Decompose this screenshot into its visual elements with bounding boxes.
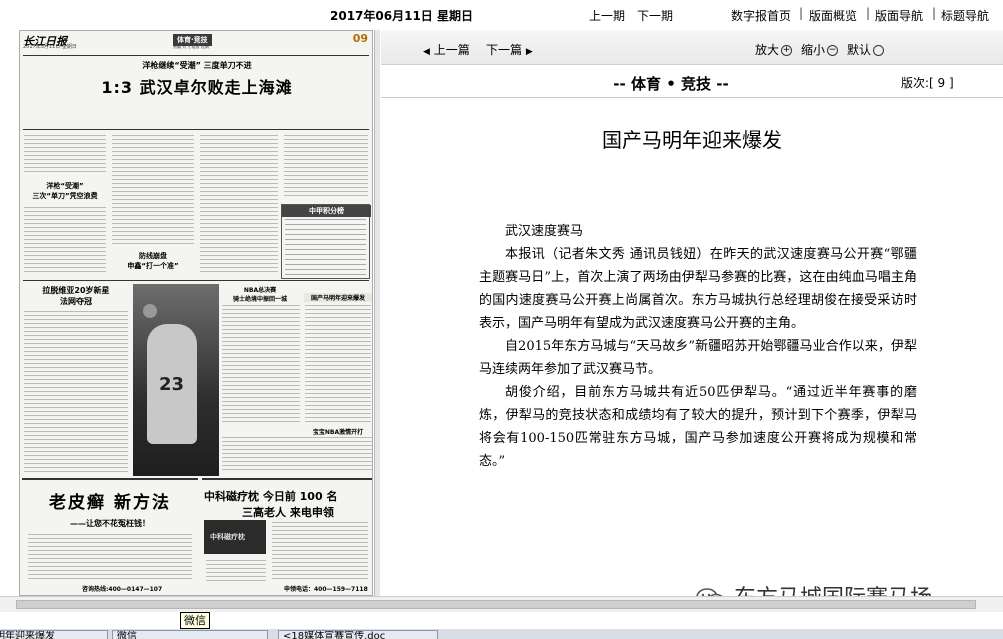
pane-splitter[interactable]	[374, 30, 380, 596]
horizontal-scrollbar[interactable]	[0, 596, 1003, 612]
text-block	[28, 534, 192, 580]
separator: |	[866, 6, 871, 20]
article-toolbar: ◀ 上一篇 下一篇 ▶ 放大 + 缩小 − 默认	[381, 30, 1003, 65]
zoom-in-button[interactable]: 放大 +	[755, 41, 793, 58]
horse-headline[interactable]: 国产马明年迎来爆发	[304, 293, 372, 302]
headline[interactable]: 1:3 武汉卓尔败走上海滩	[20, 74, 372, 98]
ad-headline: 老皮癣 新方法	[49, 493, 171, 513]
taskbar-item-doc[interactable]: <18媒体宣赛宣传.doc	[278, 630, 438, 639]
taskbar: 马明年迎来爆发 微信 <18媒体宣赛宣传.doc	[0, 629, 1003, 639]
article-body: 武汉速度赛马 本报讯（记者朱文秀 通讯员钱妞）在昨天的武汉速度赛马公开赛“鄂疆主…	[479, 220, 917, 473]
ad-subline: 三高老人 来电申领	[242, 506, 334, 519]
layout-overview-link[interactable]: 版面概览	[809, 7, 857, 24]
issue-date: 2017年06月11日 星期日	[330, 9, 473, 23]
next-issue-link[interactable]: 下一期	[637, 7, 673, 24]
text-block	[206, 560, 266, 582]
text-block	[222, 437, 372, 473]
jersey-number: 23	[159, 374, 185, 395]
table-title: 中甲积分榜	[282, 205, 371, 217]
separator: |	[799, 6, 804, 20]
divider	[23, 280, 369, 281]
product-label: 中科磁疗枕	[210, 533, 245, 541]
layout-nav-link[interactable]: 版面导航	[875, 7, 923, 24]
subhead-3[interactable]: 防线崩盘 申鑫“打一个准”	[112, 251, 194, 271]
section-banner: -- 体育 • 竞技 -- 版次:[ 9 ]	[381, 66, 1003, 98]
home-link[interactable]: 数字报首页	[731, 7, 791, 24]
article-paragraph: 胡俊介绍，目前东方马城共有近50匹伊犁马。“通过近半年赛事的磨炼，伊犁马的竞技状…	[479, 385, 917, 469]
text-block	[112, 135, 194, 245]
plus-icon: +	[781, 45, 793, 56]
ad-skin-treatment[interactable]: 老皮癣 新方法 ——让您不花冤枉钱！ 咨询热线:400—0147—107	[22, 478, 198, 595]
zoom-default-button[interactable]: 默认	[847, 41, 885, 58]
nba-bottom-headline[interactable]: 宝宝NBA激情开打	[304, 427, 372, 436]
prev-article-button[interactable]: ◀ 上一篇	[423, 41, 470, 58]
kicker[interactable]: 洋枪继续“受潮” 三度单刀不进	[20, 60, 372, 71]
taskbar-item-wechat[interactable]: 微信	[112, 630, 268, 639]
separator: |	[932, 6, 937, 20]
divider	[23, 129, 369, 130]
basketball-photo[interactable]: 23	[133, 284, 219, 476]
section-editors: 责编 刘飞 组版 程娟	[173, 44, 209, 49]
triangle-right-icon: ▶	[525, 47, 533, 57]
article-paragraph: 武汉速度赛马	[505, 224, 584, 239]
triangle-left-icon: ◀	[423, 47, 430, 57]
ad-headline: 中科磁疗枕 今日前 100 名	[204, 490, 338, 503]
ad-subline: ——让您不花冤枉钱！	[70, 519, 150, 528]
minus-icon: −	[827, 45, 839, 56]
text-block	[284, 135, 368, 199]
next-article-button[interactable]: 下一篇 ▶	[486, 41, 533, 58]
text-block	[305, 305, 371, 423]
divider	[23, 55, 369, 56]
article-pane: ◀ 上一篇 下一篇 ▶ 放大 + 缩小 − 默认 -- 体育 • 竞技 -- 版次:…	[381, 30, 1003, 596]
ad-phone: 咨询热线:400—0147—107	[82, 586, 163, 593]
text-block	[272, 522, 368, 580]
nba-headline[interactable]: NBA总决赛 骑士绝境中振回一城	[220, 285, 300, 303]
scrollbar-thumb[interactable]	[16, 600, 976, 609]
tooltip: 微信	[180, 612, 210, 629]
page-number: 09	[352, 32, 368, 45]
prev-issue-link[interactable]: 上一期	[589, 7, 625, 24]
text-block	[24, 207, 106, 273]
newspaper-page-image[interactable]: 长江日报 2017年5月11日 星期日 体育·竞技 责编 刘飞 组版 程娟 09…	[19, 30, 373, 596]
article-paragraph: 自2015年东方马城与“天马故乡”新疆昭苏开始鄂疆马业合作以来，伊犁马连续两年参…	[479, 339, 917, 377]
taskbar-item[interactable]: 马明年迎来爆发	[0, 630, 108, 639]
text-block	[222, 305, 300, 423]
top-nav-bar: 2017年06月11日 星期日 上一期 下一期 数字报首页 | 版面概览 | 版…	[0, 0, 1003, 30]
text-block	[200, 135, 278, 275]
ball-icon	[143, 304, 157, 318]
ad-pillow[interactable]: 中科磁疗枕 今日前 100 名 三高老人 来电申领 中科磁疗枕 申领电话：400…	[202, 478, 372, 595]
article-title: 国产马明年迎来爆发	[602, 128, 782, 152]
circle-icon	[873, 45, 885, 56]
text-block	[24, 311, 128, 473]
subhead-2[interactable]: 拉脱维亚20岁新星 法网夺冠	[24, 285, 128, 307]
zoom-out-button[interactable]: 缩小 −	[801, 41, 839, 58]
article-paragraph: 本报讯（记者朱文秀 通讯员钱妞）在昨天的武汉速度赛马公开赛“鄂疆主题赛马日”上，…	[479, 247, 917, 331]
masthead-date: 2017年5月11日 星期日	[23, 44, 77, 50]
text-block	[24, 135, 106, 175]
section-name: -- 体育 • 竞技 --	[613, 75, 729, 93]
subhead-1[interactable]: 洋枪“受潮” 三次“单刀”凭空浪费	[24, 181, 106, 201]
page-version: 版次:[ 9 ]	[901, 76, 954, 90]
table-rows	[285, 219, 366, 275]
ad-phone: 申领电话：400—159—7118	[284, 586, 368, 593]
title-nav-link[interactable]: 标题导航	[941, 7, 989, 24]
standings-table[interactable]: 中甲积分榜	[281, 204, 371, 279]
